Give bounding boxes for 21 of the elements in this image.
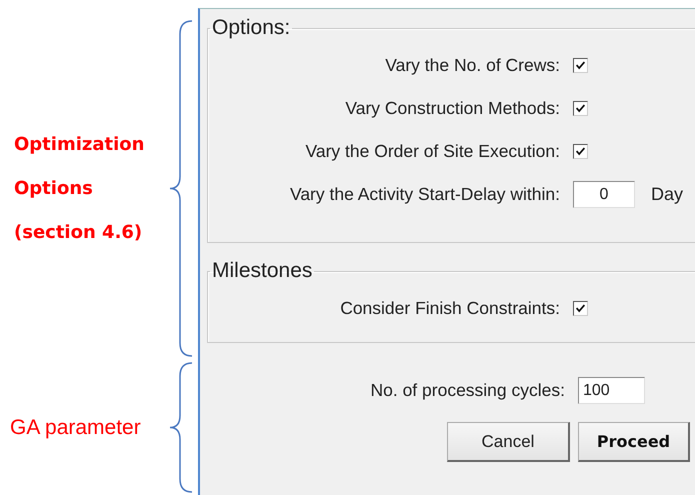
checkbox[interactable] (573, 144, 588, 159)
proceed-button[interactable]: Proceed (578, 422, 690, 462)
annotation-label: Options (13, 176, 94, 200)
unit-label: Day (651, 184, 684, 205)
option-label: Vary the Activity Start-Delay within: (290, 184, 560, 205)
group-title: Options: (211, 16, 292, 40)
option-label: Vary the No. of Crews: (385, 55, 560, 76)
annotation-label: GA parameter (10, 414, 142, 440)
group-title: Milestones (211, 259, 314, 283)
annotation-label: Optimization (13, 132, 146, 156)
checkbox[interactable] (573, 101, 588, 116)
checkbox[interactable] (573, 58, 588, 73)
delay-input[interactable]: 0 (573, 181, 635, 208)
option-label: Vary the Order of Site Execution: (305, 141, 560, 162)
option-label: Consider Finish Constraints: (340, 298, 560, 319)
cancel-button[interactable]: Cancel (447, 422, 570, 462)
annotation-label: (section 4.6) (13, 220, 144, 244)
cycles-input[interactable]: 100 (578, 377, 645, 404)
checkbox[interactable] (573, 301, 588, 316)
cycles-label: No. of processing cycles: (370, 380, 565, 401)
option-label: Vary Construction Methods: (345, 98, 560, 119)
